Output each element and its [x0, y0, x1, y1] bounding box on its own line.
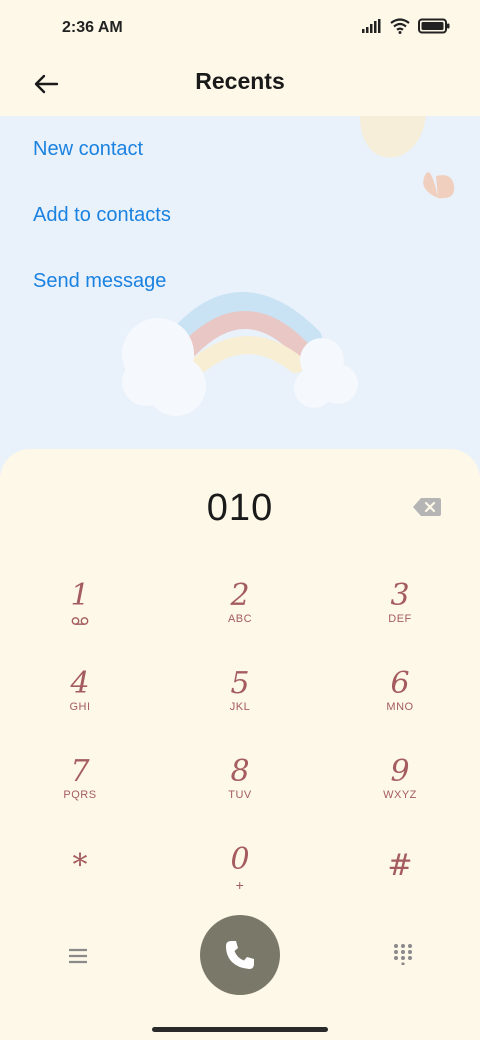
send-message-link[interactable]: Send message — [33, 270, 166, 293]
key-7[interactable]: 7 PQRS — [20, 755, 140, 835]
key-1[interactable]: 1 — [20, 579, 140, 659]
actions-panel: New contact Add to contacts Send message — [0, 116, 480, 476]
key-letters: MNO — [386, 701, 414, 713]
key-digit: 4 — [70, 666, 90, 701]
signal-icon — [362, 19, 381, 33]
add-to-contacts-link[interactable]: Add to contacts — [33, 204, 171, 227]
key-digit: 5 — [230, 666, 250, 701]
dialed-number[interactable]: 010 — [0, 487, 480, 530]
phone-icon — [226, 941, 254, 969]
key-4[interactable]: 4 GHI — [20, 667, 140, 747]
keypad-icon[interactable] — [392, 943, 414, 965]
voicemail-icon — [71, 617, 89, 625]
key-8[interactable]: 8 TUV — [180, 755, 300, 835]
key-letters: JKL — [229, 701, 251, 713]
key-digit: 2 — [230, 578, 250, 613]
key-digit: # — [387, 848, 413, 883]
key-2[interactable]: 2 ABC — [180, 579, 300, 659]
key-digit: 9 — [390, 754, 410, 789]
battery-icon — [418, 18, 450, 34]
key-digit: 6 — [390, 666, 410, 701]
menu-icon[interactable] — [66, 945, 90, 967]
status-bar: 2:36 AM — [0, 0, 480, 56]
backspace-icon[interactable] — [412, 497, 442, 517]
key-digit: 7 — [70, 754, 90, 789]
top-bar: Recents — [0, 56, 480, 116]
key-letters: DEF — [388, 613, 412, 625]
key-letters: WXYZ — [383, 789, 417, 801]
key-letters: ABC — [227, 613, 253, 625]
page-title: Recents — [195, 68, 285, 94]
home-indicator[interactable] — [152, 1027, 328, 1032]
new-contact-link[interactable]: New contact — [33, 138, 143, 161]
key-letters: + — [235, 877, 245, 893]
key-9[interactable]: 9 WXYZ — [340, 755, 460, 835]
status-time: 2:36 AM — [62, 19, 123, 36]
key-digit: 3 — [390, 578, 410, 613]
dialer-panel: 010 1 2 ABC 3 DEF 4 GHI 5 JKL 6 MNO 7 PQ… — [0, 449, 480, 1020]
key-digit: * — [72, 848, 88, 883]
rainbow-decoration — [122, 116, 455, 416]
key-digit: 1 — [70, 578, 90, 613]
key-5[interactable]: 5 JKL — [180, 667, 300, 747]
wifi-icon — [390, 18, 410, 34]
key-letters: GHI — [69, 701, 91, 713]
key-letters: TUV — [228, 789, 252, 801]
key-3[interactable]: 3 DEF — [340, 579, 460, 659]
key-letters: PQRS — [63, 789, 97, 801]
key-6[interactable]: 6 MNO — [340, 667, 460, 747]
key-0[interactable]: 0 + — [180, 843, 300, 923]
dialer-controls — [0, 915, 480, 1005]
key-digit: 0 — [230, 842, 250, 877]
status-icons — [362, 18, 450, 34]
call-button[interactable] — [200, 915, 280, 995]
key-digit: 8 — [230, 754, 250, 789]
